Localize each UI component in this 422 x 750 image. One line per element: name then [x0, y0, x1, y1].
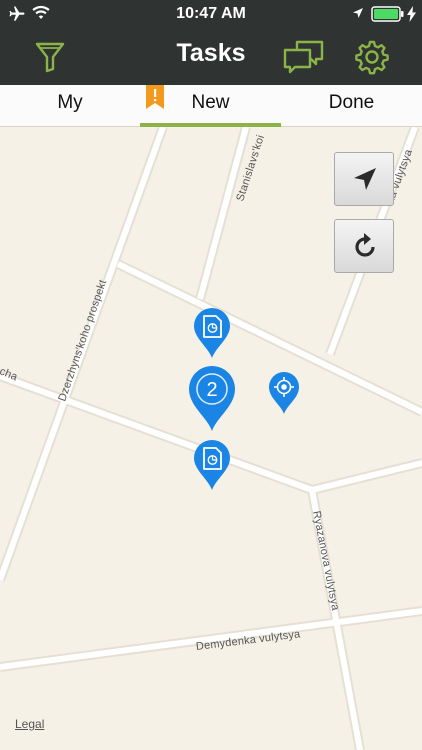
settings-button[interactable] [352, 37, 392, 77]
target-pin[interactable] [267, 371, 301, 415]
location-arrow-icon [353, 8, 363, 18]
battery-icon [371, 6, 404, 22]
chat-icon [283, 40, 324, 74]
task-cluster-pin[interactable]: 2 [187, 364, 237, 432]
gear-icon [355, 40, 389, 75]
tab-bar: My New Done [0, 85, 422, 127]
refresh-button[interactable] [334, 219, 394, 273]
chat-button[interactable] [282, 37, 326, 77]
map-view[interactable]: Stanislavs'koi Dzerzhyns'koho prospekt R… [0, 127, 422, 750]
legal-link[interactable]: Legal [15, 717, 44, 731]
locate-me-button[interactable] [334, 152, 394, 206]
tab-done[interactable]: Done [281, 85, 422, 127]
status-bar: 10:47 AM [0, 0, 422, 28]
document-icon [203, 315, 222, 338]
nav-bar: Tasks [0, 28, 422, 85]
location-arrow-icon [354, 168, 376, 190]
task-pin[interactable] [192, 439, 232, 491]
refresh-icon [355, 233, 375, 257]
new-alert-flag-icon [146, 85, 164, 109]
tab-my[interactable]: My [0, 85, 140, 127]
task-pin[interactable] [192, 307, 232, 359]
charging-icon [407, 6, 416, 22]
cluster-count: 2 [206, 379, 217, 401]
document-icon [203, 447, 222, 470]
